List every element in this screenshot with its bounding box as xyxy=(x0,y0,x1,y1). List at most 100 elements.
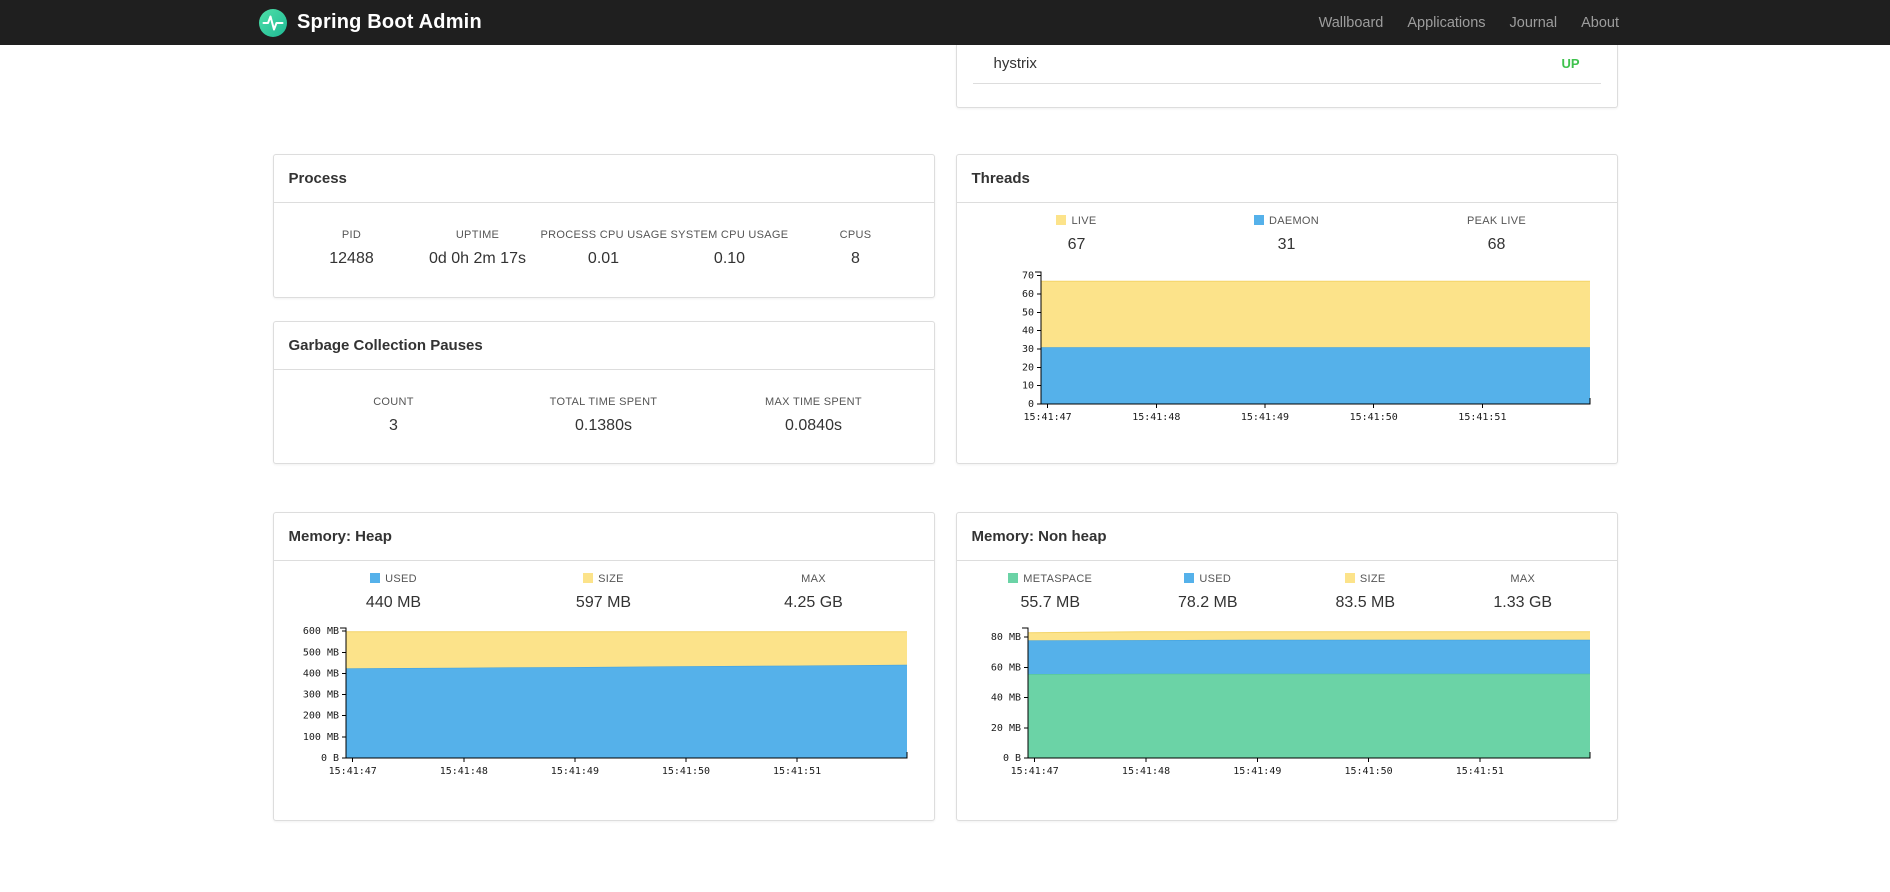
metric-label: PEAK LIVE xyxy=(1467,215,1526,227)
threads-metrics: LIVE 67 DAEMON 31 PEAK LIVE 68 xyxy=(957,203,1617,254)
nav-link-applications[interactable]: Applications xyxy=(1407,15,1485,31)
svg-text:15:41:50: 15:41:50 xyxy=(1349,412,1397,423)
metric-live: LIVE 67 xyxy=(972,215,1182,254)
svg-text:60: 60 xyxy=(1021,289,1033,300)
metric-value: 67 xyxy=(1067,236,1086,253)
metric-max: MAX 4.25 GB xyxy=(709,573,919,612)
memory-nonheap-panel: Memory: Non heap METASPACE 55.7 MB USED 78.… xyxy=(955,512,1618,821)
metric-value: 1.33 GB xyxy=(1493,594,1553,611)
metric-size: SIZE 83.5 MB xyxy=(1287,573,1445,612)
legend-swatch-used-icon xyxy=(1184,573,1195,583)
metric-label: SIZE xyxy=(499,573,709,585)
metric-label: LIVE xyxy=(972,215,1182,227)
heap-chart-svg: 0 B 100 MB 200 MB 300 MB 400 MB 500 MB 600 MB 1… xyxy=(302,626,907,777)
heap-metrics: USED 440 MB SIZE 597 MB MAX 4.25 GB xyxy=(274,561,934,612)
svg-text:15:41:49: 15:41:49 xyxy=(1233,766,1281,777)
metric-label: PID xyxy=(341,229,362,241)
metric-peak-live: PEAK LIVE 68 xyxy=(1392,215,1602,254)
metric-value: 0d 0h 2m 17s xyxy=(429,250,526,267)
metric-value: 597 MB xyxy=(575,594,632,611)
metric-value: 4.25 GB xyxy=(784,594,843,611)
heap-panel-title: Memory: Heap xyxy=(273,513,934,561)
metric-label: SIZE xyxy=(1287,573,1445,585)
metric-value: 0.01 xyxy=(587,250,620,267)
process-metrics: PID 12488 UPTIME 0d 0h 2m 17s PROCESS CPU US… xyxy=(274,203,934,268)
metric-value: 0.0840s xyxy=(785,417,842,434)
metric-label: CPUS xyxy=(839,229,872,241)
metric-value: 12488 xyxy=(329,250,374,267)
svg-text:15:41:50: 15:41:50 xyxy=(1344,766,1392,777)
process-panel: Process PID 12488 UPTIME 0d 0h 2m 17s PROCES… xyxy=(272,154,935,298)
brand-link[interactable]: Spring Boot Admin xyxy=(258,8,482,38)
metric-pid: PID 12488 xyxy=(289,229,415,268)
svg-text:15:41:48: 15:41:48 xyxy=(439,766,487,777)
threads-panel-title: Threads xyxy=(956,155,1617,203)
gc-metrics: COUNT 3 TOTAL TIME SPENT 0.1380s MAX TIME SP… xyxy=(274,370,934,435)
svg-text:200 MB: 200 MB xyxy=(302,711,338,722)
svg-text:20 MB: 20 MB xyxy=(990,723,1020,734)
metric-used: USED 440 MB xyxy=(289,573,499,612)
process-panel-title: Process xyxy=(273,155,934,203)
main-content: Process PID 12488 UPTIME 0d 0h 2m 17s PROCES… xyxy=(272,45,1618,821)
metric-label: UPTIME xyxy=(455,229,500,241)
left-column: Process PID 12488 UPTIME 0d 0h 2m 17s PROCES… xyxy=(272,45,935,821)
nav-link-about[interactable]: About xyxy=(1581,15,1619,31)
metric-label: DAEMON xyxy=(1182,215,1392,227)
svg-text:15:41:49: 15:41:49 xyxy=(1240,412,1288,423)
health-indicator-name: hystrix xyxy=(993,55,1037,72)
metric-value: 440 MB xyxy=(365,594,422,611)
legend-swatch-used-icon xyxy=(370,573,381,583)
svg-text:0 B: 0 B xyxy=(1002,753,1020,764)
metric-label: MAX TIME SPENT xyxy=(765,396,862,408)
garbage-collection-panel: Garbage Collection Pauses COUNT 3 TOTAL TI… xyxy=(272,321,935,464)
metric-value: 83.5 MB xyxy=(1335,594,1396,611)
svg-text:15:41:51: 15:41:51 xyxy=(1455,766,1503,777)
heap-chart: 0 B 100 MB 200 MB 300 MB 400 MB 500 MB 600 MB 1… xyxy=(289,622,919,789)
svg-text:400 MB: 400 MB xyxy=(302,668,338,679)
metric-size: SIZE 597 MB xyxy=(499,573,709,612)
svg-text:0: 0 xyxy=(1027,399,1033,410)
metric-value: 8 xyxy=(851,250,860,267)
svg-text:70: 70 xyxy=(1021,271,1033,282)
svg-text:15:41:50: 15:41:50 xyxy=(661,766,709,777)
metric-system-cpu-usage: SYSTEM CPU USAGE 0.10 xyxy=(667,229,793,268)
metric-label: USED xyxy=(289,573,499,585)
metric-label: USED xyxy=(1129,573,1287,585)
metric-value: 0.10 xyxy=(713,250,746,267)
metric-max: MAX 1.33 GB xyxy=(1444,573,1602,612)
metric-value: 55.7 MB xyxy=(1020,594,1081,611)
metric-value: 31 xyxy=(1277,236,1296,253)
gc-panel-title: Garbage Collection Pauses xyxy=(273,322,934,370)
brand-title: Spring Boot Admin xyxy=(297,11,482,33)
metric-uptime: UPTIME 0d 0h 2m 17s xyxy=(415,229,541,268)
threads-panel: Threads LIVE 67 DAEMON 31 PEAK LIVE 68 0 10 20 3… xyxy=(955,154,1618,464)
nav-link-wallboard[interactable]: Wallboard xyxy=(1319,15,1384,31)
metric-max-time-spent: MAX TIME SPENT 0.0840s xyxy=(709,396,919,435)
legend-swatch-size-icon xyxy=(583,573,594,583)
svg-text:40 MB: 40 MB xyxy=(990,693,1020,704)
health-row-hystrix: hystrix UP xyxy=(972,45,1601,84)
nonheap-panel-title: Memory: Non heap xyxy=(956,513,1617,561)
nav-link-journal[interactable]: Journal xyxy=(1510,15,1558,31)
metric-value: 78.2 MB xyxy=(1177,594,1238,611)
navbar-links: Wallboard Applications Journal About xyxy=(1319,15,1619,31)
nonheap-chart-svg: 0 B 20 MB 40 MB 60 MB 80 MB 15:41:47 15:41:48 1… xyxy=(990,627,1590,777)
svg-text:15:41:48: 15:41:48 xyxy=(1121,766,1169,777)
metric-label: MAX xyxy=(801,573,826,585)
svg-text:0 B: 0 B xyxy=(320,753,338,764)
svg-text:15:41:51: 15:41:51 xyxy=(1458,412,1506,423)
memory-heap-panel: Memory: Heap USED 440 MB SIZE 597 MB MAX 4.25… xyxy=(272,512,935,821)
metric-daemon: DAEMON 31 xyxy=(1182,215,1392,254)
metric-label: PROCESS CPU USAGE xyxy=(540,229,668,241)
nonheap-metrics: METASPACE 55.7 MB USED 78.2 MB SIZE 83.5 MB MA… xyxy=(957,561,1617,612)
metric-label: TOTAL TIME SPENT xyxy=(549,396,658,408)
legend-swatch-size-icon xyxy=(1344,573,1355,583)
nonheap-chart: 0 B 20 MB 40 MB 60 MB 80 MB 15:41:47 15:41:48 1… xyxy=(972,622,1602,789)
svg-text:20: 20 xyxy=(1021,362,1033,373)
svg-text:500 MB: 500 MB xyxy=(302,647,338,658)
svg-text:15:41:48: 15:41:48 xyxy=(1132,412,1180,423)
svg-text:80 MB: 80 MB xyxy=(990,632,1020,643)
health-status-badge: UP xyxy=(1561,56,1580,71)
metric-value: 3 xyxy=(389,417,398,434)
svg-text:60 MB: 60 MB xyxy=(990,662,1020,673)
